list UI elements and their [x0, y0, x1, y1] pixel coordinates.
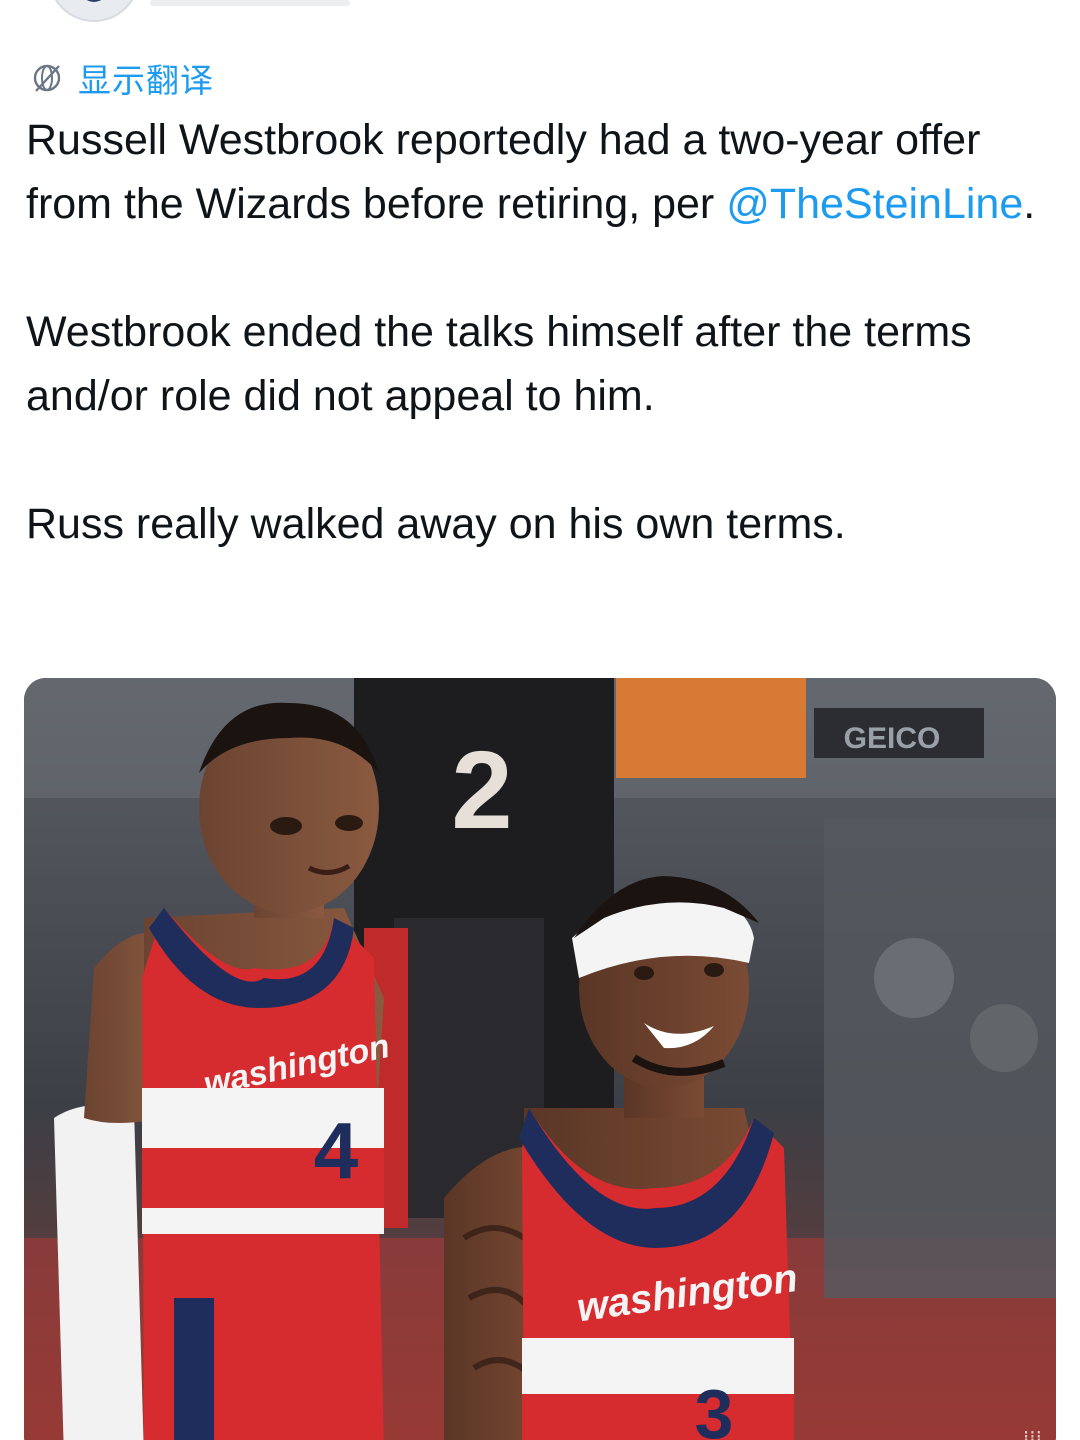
mention-link[interactable]: @TheSteinLine	[726, 180, 1023, 228]
show-translation-label: 显示翻译	[78, 61, 214, 100]
author-avatar[interactable]	[48, 0, 140, 22]
right-jersey-number: 3	[695, 1375, 734, 1440]
tweet-paragraph-1: Russell Westbrook reportedly had a two-y…	[26, 108, 1056, 236]
watermark-mark: ⁞⁞⁞	[1022, 1426, 1042, 1440]
tweet-screen: 显示翻译 Russell Westbrook reportedly had a …	[0, 0, 1080, 1440]
tweet-photo[interactable]: 2 GEICO washington 4 washington 3 ⁞⁞⁞	[24, 678, 1056, 1440]
photo-illustration: 2 GEICO washington 4 washington 3	[24, 678, 1056, 1440]
tweet-text: Russell Westbrook reportedly had a two-y…	[26, 108, 1056, 556]
tweet-paragraph-3: Russ really walked away on his own terms…	[26, 500, 846, 548]
show-translation-button[interactable]: 显示翻译	[30, 54, 214, 102]
tweet-paragraph-2: Westbrook ended the talks himself after …	[26, 308, 972, 420]
background-jersey-number: 2	[451, 729, 512, 852]
tweet-paragraph-1-suffix: .	[1023, 180, 1036, 228]
translate-globe-icon	[33, 64, 61, 92]
sponsor-sign: GEICO	[844, 722, 941, 755]
left-jersey-number: 4	[314, 1106, 359, 1195]
author-name-remnant	[150, 0, 350, 6]
